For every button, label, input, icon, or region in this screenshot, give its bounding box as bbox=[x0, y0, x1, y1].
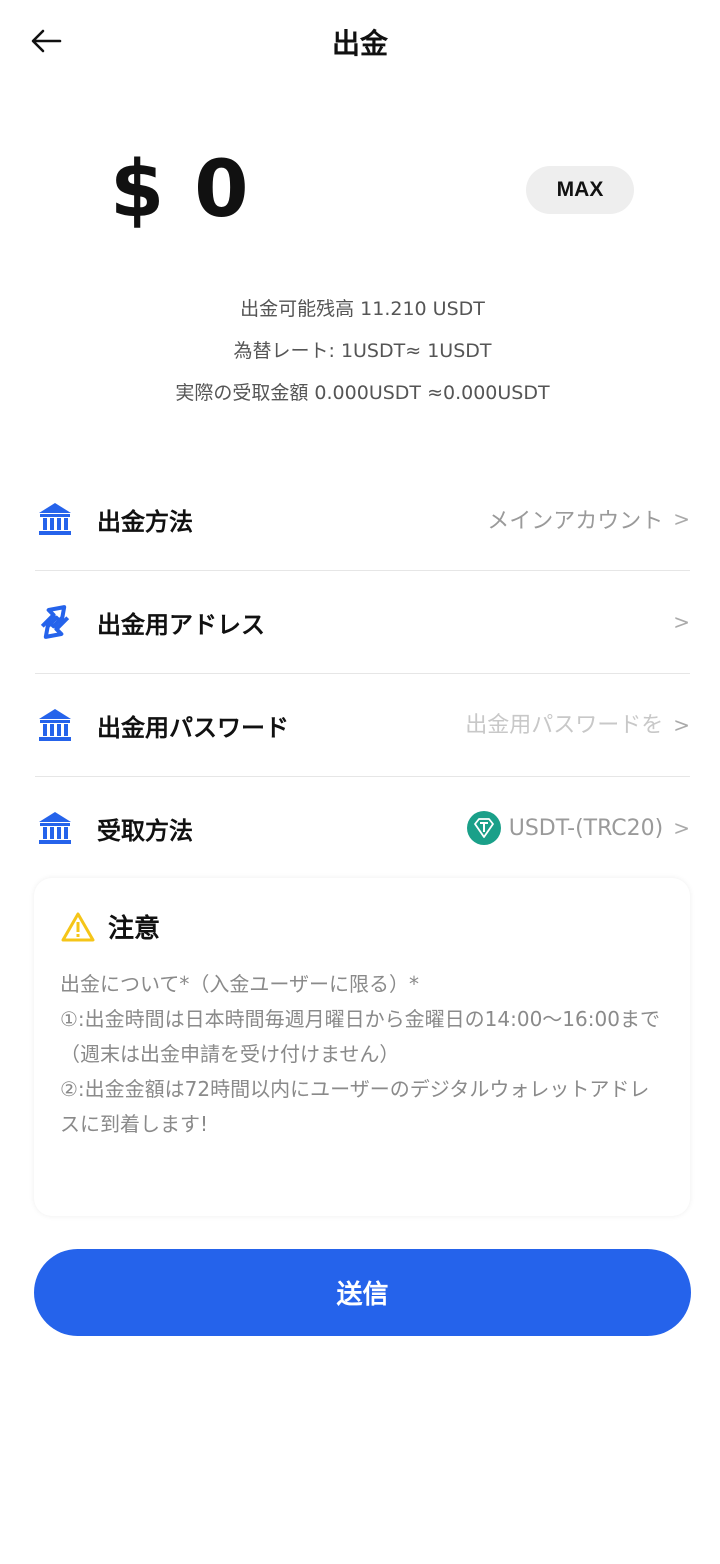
notice-header: 注意 bbox=[60, 908, 664, 945]
withdraw-form: 出金方法 メインアカウント > 出金用アドレス > 出金用パスワード > 受取方… bbox=[35, 468, 690, 879]
withdraw-password-input[interactable] bbox=[458, 712, 664, 738]
withdraw-password-value: > bbox=[458, 712, 690, 738]
receive-method-text: USDT-(TRC20) bbox=[508, 815, 664, 841]
notice-card: 注意 出金について*（入金ユーザーに限る）* ①:出金時間は日本時間毎週月曜日か… bbox=[34, 878, 690, 1216]
receive-method-row[interactable]: 受取方法 USDT-(TRC20) > bbox=[35, 777, 690, 879]
currency-symbol: $ bbox=[110, 145, 165, 235]
page-title: 出金 bbox=[331, 27, 388, 60]
header: 出金 bbox=[0, 0, 720, 84]
withdraw-address-value: > bbox=[663, 610, 690, 634]
bank-icon bbox=[35, 705, 75, 745]
receive-method-value: USDT-(TRC20) > bbox=[466, 811, 690, 845]
balance-info: 出金可能残高 11.210 USDT 為替レート: 1USDT≈ 1USDT 実… bbox=[0, 288, 720, 414]
notice-title: 注意 bbox=[108, 914, 161, 944]
tether-icon bbox=[466, 811, 501, 845]
exchange-rate: 為替レート: 1USDT≈ 1USDT bbox=[233, 340, 492, 362]
transfer-icon bbox=[35, 602, 75, 642]
amount-row: $ bbox=[110, 140, 455, 240]
bank-icon bbox=[35, 808, 75, 848]
max-button[interactable]: MAX bbox=[526, 166, 634, 214]
withdraw-password-row[interactable]: 出金用パスワード > bbox=[35, 674, 690, 777]
submit-button[interactable]: 送信 bbox=[34, 1249, 691, 1336]
withdraw-password-label: 出金用パスワード bbox=[97, 713, 289, 742]
withdraw-address-label: 出金用アドレス bbox=[97, 610, 265, 639]
withdraw-method-row[interactable]: 出金方法 メインアカウント > bbox=[35, 468, 690, 571]
withdraw-method-text: メインアカウント bbox=[487, 509, 664, 534]
chevron-right-icon: > bbox=[673, 816, 690, 840]
amount-input[interactable] bbox=[194, 145, 455, 235]
actual-amount: 実際の受取金額 0.000USDT ≈0.000USDT bbox=[175, 382, 550, 404]
withdraw-method-value: メインアカウント > bbox=[487, 503, 690, 535]
notice-body: 出金について*（入金ユーザーに限る）* ①:出金時間は日本時間毎週月曜日から金曜… bbox=[60, 972, 660, 1136]
chevron-right-icon: > bbox=[673, 507, 690, 531]
chevron-right-icon: > bbox=[673, 713, 690, 737]
bank-icon bbox=[35, 499, 75, 539]
withdraw-method-label: 出金方法 bbox=[97, 507, 193, 536]
receive-method-label: 受取方法 bbox=[97, 816, 193, 845]
warning-icon bbox=[61, 912, 95, 941]
withdraw-address-row[interactable]: 出金用アドレス > bbox=[35, 571, 690, 674]
available-balance: 出金可能残高 11.210 USDT bbox=[240, 298, 485, 320]
chevron-right-icon: > bbox=[673, 610, 690, 634]
